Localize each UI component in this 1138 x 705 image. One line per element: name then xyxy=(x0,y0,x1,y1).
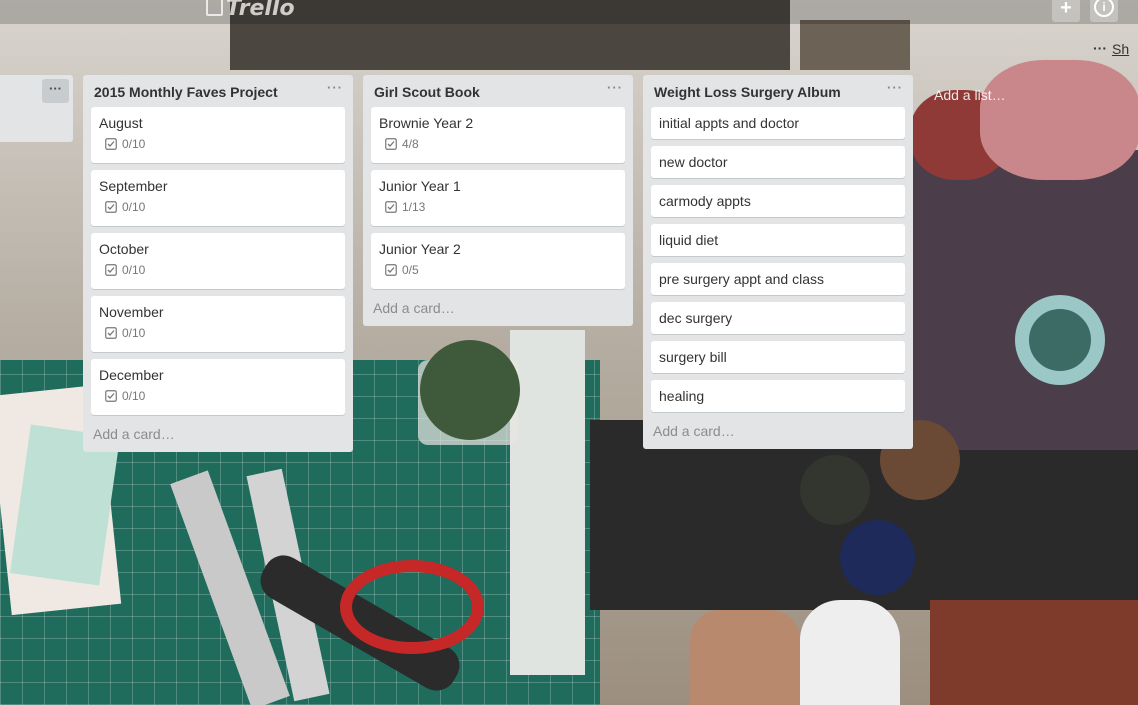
list-menu-button[interactable]: ··· xyxy=(327,80,343,95)
checklist-icon xyxy=(105,264,117,276)
checklist-count: 0/5 xyxy=(402,263,419,277)
card[interactable]: carmody appts xyxy=(651,185,905,217)
checklist-count: 0/10 xyxy=(122,389,146,403)
card[interactable]: September 0/10 xyxy=(91,170,345,226)
list-title[interactable]: Weight Loss Surgery Album xyxy=(654,84,841,100)
checklist-icon xyxy=(105,138,117,150)
card-title: surgery bill xyxy=(659,349,727,365)
card[interactable]: healing xyxy=(651,380,905,412)
checklist-badge: 0/10 xyxy=(105,200,337,214)
top-header-bar: Trello + i xyxy=(0,0,1138,24)
add-button[interactable]: + xyxy=(1052,0,1080,22)
card[interactable]: Junior Year 1 1/13 xyxy=(371,170,625,226)
card[interactable]: pre surgery appt and class xyxy=(651,263,905,295)
card-title: November xyxy=(99,304,164,320)
card-title: Junior Year 1 xyxy=(379,178,461,194)
checklist-badge: 0/5 xyxy=(385,263,617,277)
card[interactable]: liquid diet xyxy=(651,224,905,256)
card[interactable]: Brownie Year 2 4/8 xyxy=(371,107,625,163)
checklist-icon xyxy=(105,327,117,339)
card-title: Brownie Year 2 xyxy=(379,115,474,131)
list-menu-button[interactable]: ··· xyxy=(607,80,623,95)
card[interactable]: surgery bill xyxy=(651,341,905,373)
checklist-badge: 0/10 xyxy=(105,263,337,277)
card[interactable]: Junior Year 2 0/5 xyxy=(371,233,625,289)
list-2015-monthly-faves: 2015 Monthly Faves Project ··· August 0/… xyxy=(83,75,353,452)
card-title: pre surgery appt and class xyxy=(659,271,824,287)
list-header: Weight Loss Surgery Album ··· xyxy=(643,75,913,107)
card-title: September xyxy=(99,178,168,194)
board-more-menu[interactable]: ··· xyxy=(1093,40,1107,56)
checklist-badge: 1/13 xyxy=(385,200,617,214)
list-girl-scout-book: Girl Scout Book ··· Brownie Year 2 4/8 J… xyxy=(363,75,633,326)
list-menu-button[interactable]: ··· xyxy=(887,80,903,95)
checklist-icon xyxy=(385,201,397,213)
card[interactable]: August 0/10 xyxy=(91,107,345,163)
info-button[interactable]: i xyxy=(1090,0,1118,22)
card-title: carmody appts xyxy=(659,193,751,209)
card-title: Junior Year 2 xyxy=(379,241,461,257)
card-title: dec surgery xyxy=(659,310,733,326)
checklist-count: 0/10 xyxy=(122,137,146,151)
checklist-badge: 0/10 xyxy=(105,389,337,403)
checklist-icon xyxy=(105,201,117,213)
card-title: August xyxy=(99,115,143,131)
card[interactable]: October 0/10 xyxy=(91,233,345,289)
list-header: Girl Scout Book ··· xyxy=(363,75,633,107)
add-card-button[interactable]: Add a card… xyxy=(643,419,913,449)
add-card-button[interactable]: Add a card… xyxy=(363,296,633,326)
checklist-count: 0/10 xyxy=(122,326,146,340)
trello-logo[interactable]: Trello xyxy=(206,0,295,21)
card-title: healing xyxy=(659,388,705,404)
info-icon: i xyxy=(1094,0,1114,17)
show-menu-link[interactable]: Sh xyxy=(1112,41,1129,57)
checklist-badge: 0/10 xyxy=(105,137,337,151)
checklist-count: 4/8 xyxy=(402,137,419,151)
trello-board-icon xyxy=(206,0,223,16)
card-title: October xyxy=(99,241,149,257)
list-header: 2015 Monthly Faves Project ··· xyxy=(83,75,353,107)
checklist-count: 0/10 xyxy=(122,263,146,277)
list-title[interactable]: 2015 Monthly Faves Project xyxy=(94,84,278,100)
card[interactable]: November 0/10 xyxy=(91,296,345,352)
card[interactable]: new doctor xyxy=(651,146,905,178)
add-card-button[interactable]: Add a card… xyxy=(83,422,353,452)
checklist-badge: 0/10 xyxy=(105,326,337,340)
add-list-button[interactable]: Add a list… xyxy=(934,87,1006,103)
card-title: December xyxy=(99,367,164,383)
list-title[interactable]: Girl Scout Book xyxy=(374,84,480,100)
checklist-count: 0/10 xyxy=(122,200,146,214)
checklist-badge: 4/8 xyxy=(385,137,617,151)
checklist-count: 1/13 xyxy=(402,200,426,214)
card[interactable]: dec surgery xyxy=(651,302,905,334)
list-weight-loss-surgery-album: Weight Loss Surgery Album ··· initial ap… xyxy=(643,75,913,449)
checklist-icon xyxy=(385,138,397,150)
card-title: initial appts and doctor xyxy=(659,115,800,131)
card[interactable]: December 0/10 xyxy=(91,359,345,415)
checklist-icon xyxy=(385,264,397,276)
logo-text: Trello xyxy=(226,0,295,21)
checklist-icon xyxy=(105,390,117,402)
card-title: liquid diet xyxy=(659,232,719,248)
list-menu-button[interactable]: ··· xyxy=(42,79,69,103)
card-title: new doctor xyxy=(659,154,728,170)
card[interactable]: initial appts and doctor xyxy=(651,107,905,139)
